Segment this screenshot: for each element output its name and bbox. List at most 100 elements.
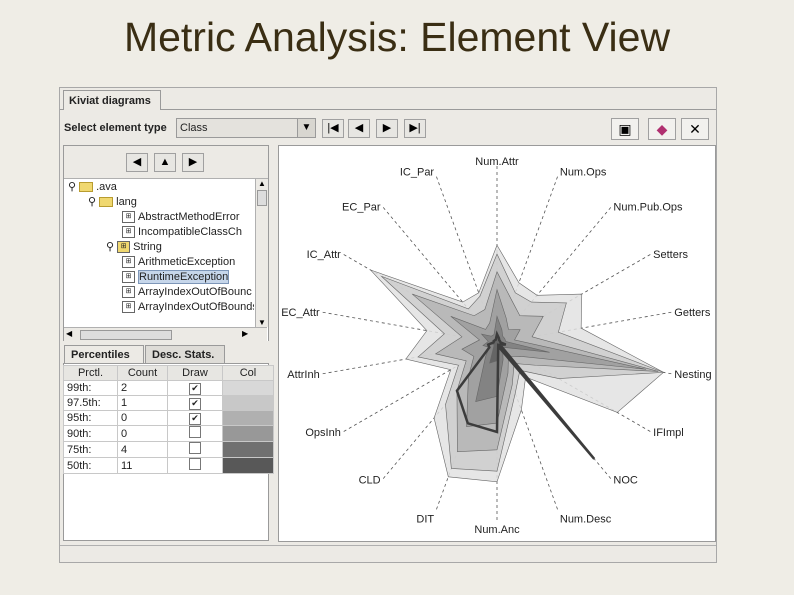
- tab-percentiles[interactable]: Percentiles: [64, 345, 144, 363]
- tree-horizontal-scrollbar[interactable]: ◀ ▶: [64, 327, 267, 341]
- scroll-right-icon[interactable]: ▶: [242, 329, 248, 338]
- class-icon: ⊞: [122, 301, 135, 314]
- class-icon: ⊞: [122, 256, 135, 269]
- axis-label-4: Getters: [674, 307, 711, 319]
- scroll-left-icon[interactable]: ◀: [66, 329, 72, 338]
- axis-label-3: Setters: [653, 249, 688, 261]
- expand-icon: ⚲: [68, 181, 80, 193]
- tree-item-label: IncompatibleClassCh: [138, 226, 242, 238]
- count-cell: 4: [117, 441, 168, 458]
- table-row[interactable]: 75th: 4: [63, 441, 274, 458]
- folder-icon: [99, 197, 114, 208]
- tree-left-button[interactable]: ◀: [126, 153, 148, 172]
- table-row[interactable]: 99th: 2 ✔: [63, 380, 274, 396]
- expand-icon: ⚲: [88, 196, 100, 208]
- tree-item-label: .ava: [96, 181, 117, 193]
- class-icon: ⊞: [122, 226, 135, 239]
- tree-item-root[interactable]: ⚲ .ava: [68, 180, 117, 195]
- chevron-down-icon[interactable]: ▼: [297, 118, 316, 138]
- element-type-label: Select element type: [64, 122, 167, 134]
- axis-label-15: IC_Attr: [307, 249, 342, 261]
- draw-cell: [167, 441, 223, 458]
- count-cell: 0: [117, 410, 168, 426]
- draw-checkbox[interactable]: [189, 426, 201, 438]
- color-swatch[interactable]: [222, 380, 274, 396]
- draw-checkbox[interactable]: ✔: [189, 397, 201, 410]
- column-header[interactable]: Prctl.: [63, 365, 118, 381]
- close-icon[interactable]: ✕: [681, 118, 709, 140]
- element-type-select[interactable]: Class: [176, 118, 316, 138]
- color-swatch[interactable]: [222, 457, 274, 474]
- next-button[interactable]: ▶: [376, 119, 398, 138]
- tab-desc-stats[interactable]: Desc. Stats.: [145, 345, 225, 363]
- previous-button[interactable]: ◀: [348, 119, 370, 138]
- tree-item-class[interactable]: ⊞ ArithmeticException: [122, 255, 235, 270]
- table-row[interactable]: 97.5th: 1 ✔: [63, 395, 274, 411]
- table-header-row: Prctl. Count Draw Col: [63, 365, 274, 381]
- draw-checkbox[interactable]: ✔: [189, 382, 201, 395]
- count-cell: 11: [117, 457, 168, 474]
- folder-icon: [79, 182, 94, 193]
- tree-item-class-selected[interactable]: ⊞ RuntimeException: [122, 270, 230, 285]
- table-row[interactable]: 90th: 0: [63, 425, 274, 442]
- tree-up-button[interactable]: ▲: [154, 153, 176, 172]
- tree-item-class[interactable]: ⚲ ⊞ String: [106, 240, 162, 255]
- axis-label-2: Num.Pub.Ops: [613, 202, 683, 214]
- tree-item-label: String: [133, 241, 162, 253]
- kiviat-chart: Num.Attr Num.Ops Num.Pub.Ops Setters Getters…: [281, 156, 711, 536]
- last-button[interactable]: ▶|: [404, 119, 426, 138]
- tree-item-label: AbstractMethodError: [138, 211, 240, 223]
- axis-label-9: Num.Anc: [474, 524, 520, 536]
- percentiles-table: Prctl. Count Draw Col 99th: 2 ✔ 97.5th: 1 ✔ 95…: [63, 365, 274, 474]
- axis-label-12: OpsInh: [305, 427, 340, 439]
- save-icon[interactable]: ▣: [611, 118, 639, 140]
- column-header[interactable]: Draw: [167, 365, 223, 381]
- table-row[interactable]: 50th: 11: [63, 457, 274, 474]
- scroll-up-icon[interactable]: ▲: [256, 179, 268, 188]
- scroll-thumb[interactable]: [257, 190, 267, 206]
- scroll-thumb[interactable]: [80, 330, 172, 340]
- tree-item-class[interactable]: ⊞ IncompatibleClassCh: [122, 225, 242, 240]
- draw-cell: ✔: [167, 380, 223, 396]
- tree-vertical-scrollbar[interactable]: ▲ ▼: [255, 179, 268, 327]
- color-swatch[interactable]: [222, 425, 274, 442]
- percentile-cell: 90th:: [63, 425, 118, 442]
- percentile-cell: 50th:: [63, 457, 118, 474]
- count-cell: 0: [117, 425, 168, 442]
- expand-icon: ⚲: [106, 241, 118, 253]
- tree-item-class[interactable]: ⊞ArrayIndexOutOfBoundsExc: [122, 300, 254, 315]
- column-header[interactable]: Count: [117, 365, 168, 381]
- tree-right-button[interactable]: ▶: [182, 153, 204, 172]
- tree-item-package[interactable]: ⚲ lang: [88, 195, 137, 210]
- scroll-down-icon[interactable]: ▼: [256, 318, 268, 327]
- table-row[interactable]: 95th: 0 ✔: [63, 410, 274, 426]
- first-button[interactable]: |◀: [322, 119, 344, 138]
- class-icon: ⊞: [117, 241, 131, 254]
- eraser-icon[interactable]: ◆: [648, 118, 676, 140]
- kiviat-chart-panel: Num.Attr Num.Ops Num.Pub.Ops Setters Getters…: [278, 145, 716, 542]
- axis-label-16: EC_Par: [342, 202, 381, 214]
- color-swatch[interactable]: [222, 441, 274, 458]
- draw-cell: [167, 457, 223, 474]
- axis-label-17: IC_Par: [400, 167, 435, 179]
- draw-checkbox[interactable]: [189, 458, 201, 470]
- tree-item-label: ArithmeticException: [138, 256, 236, 268]
- draw-checkbox[interactable]: ✔: [189, 412, 201, 425]
- color-swatch[interactable]: [222, 410, 274, 426]
- color-swatch[interactable]: [222, 395, 274, 411]
- axis-label-8: Num.Desc: [560, 513, 612, 525]
- axis-label-10: DIT: [416, 513, 434, 525]
- tree-item-label: ArrayIndexOutOfBoundsExc: [138, 301, 254, 313]
- axis-label-0: Num.Attr: [475, 156, 519, 168]
- axis-label-11: CLD: [359, 474, 381, 486]
- tree-item-label: lang: [116, 196, 137, 208]
- column-header[interactable]: Col: [222, 365, 274, 381]
- tree-item-class[interactable]: ⊞ ArrayIndexOutOfBounc: [122, 285, 252, 300]
- tree-item-label: ArrayIndexOutOfBounc: [138, 286, 252, 298]
- draw-cell: ✔: [167, 410, 223, 426]
- tab-kiviat-diagrams[interactable]: Kiviat diagrams: [63, 90, 161, 110]
- axis-label-14: EC_Attr: [281, 307, 320, 319]
- tree-item-class[interactable]: ⊞ AbstractMethodError: [122, 210, 239, 225]
- draw-checkbox[interactable]: [189, 442, 201, 454]
- status-bar: [60, 545, 716, 563]
